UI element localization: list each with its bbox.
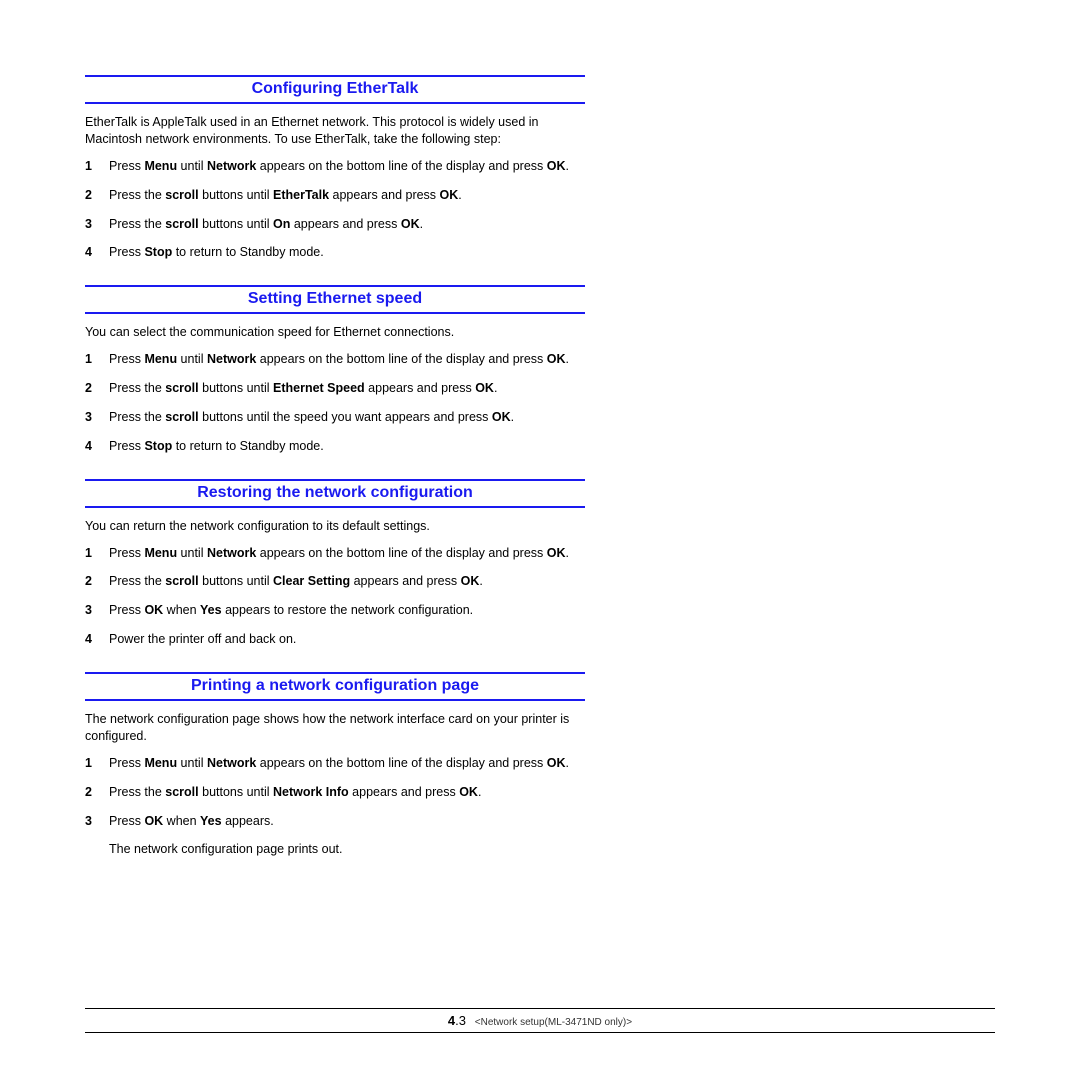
step: 4Press Stop to return to Standby mode.	[85, 438, 585, 455]
section-intro: EtherTalk is AppleTalk used in an Ethern…	[85, 114, 585, 148]
page-footer: 4.3 <Network setup(ML-3471ND only)>	[85, 1008, 995, 1033]
step-number: 3	[85, 813, 109, 830]
step: 2Press the scroll buttons until Clear Se…	[85, 573, 585, 590]
step: 3Press the scroll buttons until the spee…	[85, 409, 585, 426]
step-text: Press Menu until Network appears on the …	[109, 755, 585, 772]
step: 2Press the scroll buttons until Network …	[85, 784, 585, 801]
step: 4Press Stop to return to Standby mode.	[85, 244, 585, 261]
step-number: 4	[85, 244, 109, 261]
section-title: Configuring EtherTalk	[85, 75, 585, 104]
step-text: Press the scroll buttons until the speed…	[109, 409, 585, 426]
page-number: .3	[455, 1013, 466, 1028]
section-intro: You can select the communication speed f…	[85, 324, 585, 341]
step-text: Press the scroll buttons until On appear…	[109, 216, 585, 233]
footer-label: <Network setup(ML-3471ND only)>	[475, 1017, 632, 1028]
step: 1Press Menu until Network appears on the…	[85, 351, 585, 368]
step-text: Press the scroll buttons until Clear Set…	[109, 573, 585, 590]
section: Printing a network configuration page The…	[85, 672, 585, 858]
step-number: 2	[85, 784, 109, 801]
step: 1Press Menu until Network appears on the…	[85, 545, 585, 562]
step-text: Press the scroll buttons until Ethernet …	[109, 380, 585, 397]
step-number: 1	[85, 158, 109, 175]
section-intro: You can return the network configuration…	[85, 518, 585, 535]
step-number: 1	[85, 545, 109, 562]
section: Configuring EtherTalk EtherTalk is AppleT…	[85, 75, 585, 261]
step-text: Press Menu until Network appears on the …	[109, 351, 585, 368]
step-text: Press Menu until Network appears on the …	[109, 545, 585, 562]
step: 1Press Menu until Network appears on the…	[85, 158, 585, 175]
step-number: 3	[85, 409, 109, 426]
step-text: Press OK when Yes appears.	[109, 813, 585, 830]
step: 2Press the scroll buttons until EtherTal…	[85, 187, 585, 204]
step-text: Press Stop to return to Standby mode.	[109, 244, 585, 261]
step: 3Press OK when Yes appears.	[85, 813, 585, 830]
step-text: Press OK when Yes appears to restore the…	[109, 602, 585, 619]
step-number: 2	[85, 187, 109, 204]
step-text: Power the printer off and back on.	[109, 631, 585, 648]
section-title: Setting Ethernet speed	[85, 285, 585, 314]
section-title: Printing a network configuration page	[85, 672, 585, 701]
step: 3Press OK when Yes appears to restore th…	[85, 602, 585, 619]
step-number: 2	[85, 380, 109, 397]
step-number: 4	[85, 631, 109, 648]
step-text: Press Stop to return to Standby mode.	[109, 438, 585, 455]
step-number: 3	[85, 602, 109, 619]
step-text: Press Menu until Network appears on the …	[109, 158, 585, 175]
step-text: Press the scroll buttons until EtherTalk…	[109, 187, 585, 204]
section-intro: The network configuration page shows how…	[85, 711, 585, 745]
step-number: 1	[85, 755, 109, 772]
section-trailing-note: The network configuration page prints ou…	[109, 841, 585, 858]
step-number: 1	[85, 351, 109, 368]
section: Restoring the network configuration You c…	[85, 479, 585, 648]
section: Setting Ethernet speed You can select the…	[85, 285, 585, 454]
step: 1Press Menu until Network appears on the…	[85, 755, 585, 772]
section-title: Restoring the network configuration	[85, 479, 585, 508]
step-number: 4	[85, 438, 109, 455]
step-text: Press the scroll buttons until Network I…	[109, 784, 585, 801]
step: 3Press the scroll buttons until On appea…	[85, 216, 585, 233]
step: 2Press the scroll buttons until Ethernet…	[85, 380, 585, 397]
step: 4Power the printer off and back on.	[85, 631, 585, 648]
step-number: 3	[85, 216, 109, 233]
step-number: 2	[85, 573, 109, 590]
